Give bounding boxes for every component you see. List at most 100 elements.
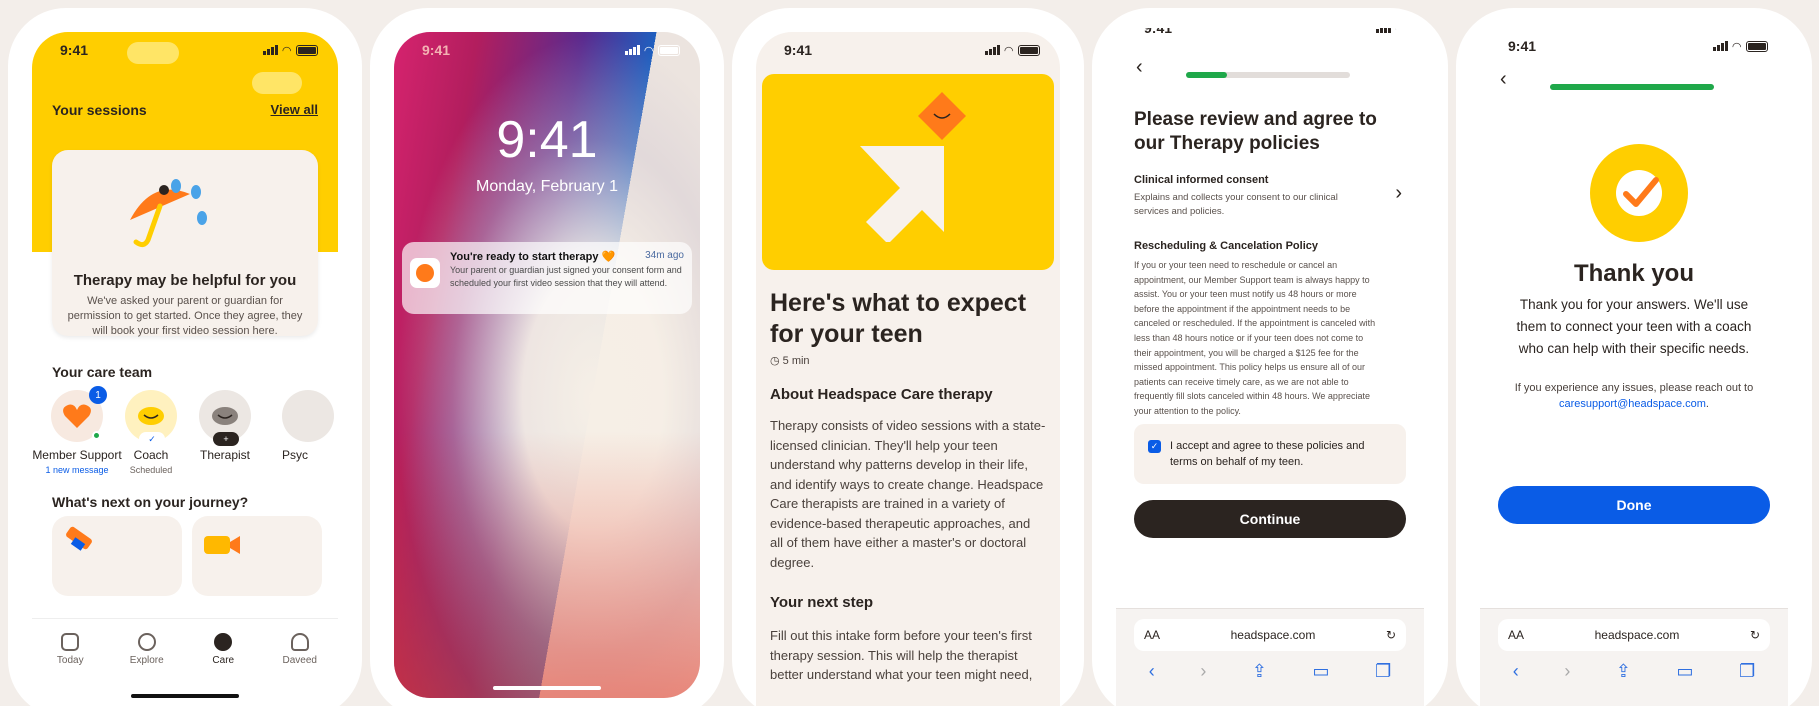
status-bar: 9:41 ◠ xyxy=(32,32,338,68)
thank-you-body: Thank you for your answers. We'll use th… xyxy=(1516,297,1752,356)
status-bar: 9:41 ◠ xyxy=(394,32,700,68)
care-psychiatrist[interactable]: Psyc xyxy=(254,390,338,462)
about-heading: About Headspace Care therapy xyxy=(770,386,993,403)
consent-link[interactable]: Clinical informed consent Explains and c… xyxy=(1134,174,1406,234)
tab-label: Care xyxy=(212,655,235,666)
lock-screen: 9:41 ◠ 9:41 Monday, February 1 You're re… xyxy=(394,32,700,698)
browser-toolbar: AA headspace.com ↻ ‹ › ⇪ ▭ ❐ xyxy=(1480,608,1788,706)
policy-title: Please review and agree to our Therapy p… xyxy=(1134,109,1377,154)
back-icon[interactable]: ‹ xyxy=(1149,661,1155,682)
home-screen: 9:41 ◠ Your sessions View all Therapy ma… xyxy=(32,32,338,706)
back-chevron-icon[interactable]: ‹ xyxy=(1136,56,1143,79)
forward-icon[interactable]: › xyxy=(1564,661,1570,682)
url-bar[interactable]: AA headspace.com ↻ xyxy=(1498,619,1770,651)
add-user-icon: + xyxy=(213,432,239,446)
phone-frame-5: 9:41 ◠ ‹ Thank you Thank you for your an… xyxy=(1456,8,1812,706)
phone-frame-1: 9:41 ◠ Your sessions View all Therapy ma… xyxy=(8,8,362,706)
tab-bar: Today Explore Care Daveed xyxy=(32,618,338,706)
support-period: . xyxy=(1705,398,1709,410)
url-text: headspace.com xyxy=(1594,628,1680,642)
agreement-checkbox[interactable]: ✓ xyxy=(1148,440,1161,453)
view-all-link[interactable]: View all xyxy=(271,102,318,117)
face-icon xyxy=(212,407,238,425)
journey-card[interactable] xyxy=(52,516,182,596)
member-support-avatar: 1 xyxy=(51,386,107,442)
lock-time: 9:41 xyxy=(496,111,598,169)
support-email-link[interactable]: caresupport@headspace.com xyxy=(1559,398,1706,410)
forward-icon[interactable]: › xyxy=(1200,661,1206,682)
next-step-heading: Your next step xyxy=(770,594,874,611)
status-icons: ◠ xyxy=(1712,40,1768,53)
text-size-button[interactable]: AA xyxy=(1508,628,1524,642)
back-chevron-icon[interactable]: ‹ xyxy=(1500,68,1507,91)
tabs-icon[interactable]: ❐ xyxy=(1739,661,1755,682)
therapy-card[interactable]: Therapy may be helpful for you We've ask… xyxy=(52,150,318,337)
share-icon[interactable]: ⇪ xyxy=(1616,661,1631,682)
reload-icon[interactable]: ↻ xyxy=(1750,628,1760,642)
journey-card[interactable] xyxy=(192,516,322,596)
policy-screen: 9:41 ◠ ‹ Please review and agree to our … xyxy=(1116,28,1424,706)
phone-frame-4: 9:41 ◠ ‹ Please review and agree to our … xyxy=(1092,8,1448,706)
phone-frame-2: 9:41 ◠ 9:41 Monday, February 1 You're re… xyxy=(370,8,724,706)
checkmark-icon xyxy=(1623,177,1659,207)
video-camera-icon xyxy=(204,536,240,554)
status-time: 9:41 xyxy=(1508,38,1537,54)
reload-icon[interactable]: ↻ xyxy=(1386,628,1396,642)
share-icon[interactable]: ⇪ xyxy=(1252,661,1267,682)
lock-date: Monday, February 1 xyxy=(476,178,618,195)
bookmarks-icon[interactable]: ▭ xyxy=(1313,661,1330,682)
care-team-title: Your care team xyxy=(52,364,153,380)
tabs-icon[interactable]: ❐ xyxy=(1375,661,1391,682)
policy-heading: Rescheduling & Cancelation Policy xyxy=(1134,240,1318,252)
signal-icon xyxy=(1712,41,1728,51)
article-screen: 9:41 ◠ Here's what to expect for your te… xyxy=(756,32,1060,706)
home-indicator xyxy=(131,694,239,698)
tab-profile[interactable]: Daveed xyxy=(270,633,330,706)
scheduled-check-icon: ✓ xyxy=(139,432,165,446)
status-icons: ◠ xyxy=(262,44,318,57)
status-time: 9:41 xyxy=(784,42,813,58)
wifi-icon: ◠ xyxy=(644,44,653,57)
status-icons: ◠ xyxy=(624,44,680,57)
status-icons: ◠ xyxy=(984,44,1040,57)
consent-body: Explains and collects your consent to ou… xyxy=(1134,192,1338,217)
duration-text: 5 min xyxy=(782,355,810,367)
app-icon xyxy=(410,258,440,288)
status-time: 9:41 xyxy=(60,42,89,58)
notification-card[interactable]: You're ready to start therapy 🧡 34m ago … xyxy=(402,242,692,314)
journey-title: What's next on your journey? xyxy=(52,494,249,510)
thank-you-screen: 9:41 ◠ ‹ Thank you Thank you for your an… xyxy=(1480,28,1788,706)
support-text: If you experience any issues, please rea… xyxy=(1510,380,1758,412)
url-bar[interactable]: AA headspace.com ↻ xyxy=(1134,619,1406,651)
wifi-icon: ◠ xyxy=(282,44,291,57)
heart-icon xyxy=(63,404,91,428)
signal-icon xyxy=(1375,28,1391,33)
next-step-paragraph: Fill out this intake form before your te… xyxy=(770,628,1033,682)
done-button[interactable]: Done xyxy=(1498,486,1770,524)
progress-fill xyxy=(1186,72,1227,78)
agreement-box[interactable]: ✓ I accept and agree to these policies a… xyxy=(1134,424,1406,484)
signal-icon xyxy=(262,45,278,55)
tab-today[interactable]: Today xyxy=(40,633,100,706)
policy-body: If you or your teen need to reschedule o… xyxy=(1134,260,1376,416)
person-icon xyxy=(290,633,309,651)
progress-bar xyxy=(1186,72,1350,78)
consent-title: Clinical informed consent xyxy=(1134,174,1269,186)
text-size-button[interactable]: AA xyxy=(1144,628,1160,642)
chevron-right-icon: › xyxy=(1395,182,1402,204)
signal-icon xyxy=(624,45,640,55)
home-icon xyxy=(61,633,80,651)
arrow-illustration xyxy=(860,92,966,242)
battery-icon xyxy=(1746,40,1768,52)
article-title: Here's what to expect for your teen xyxy=(770,289,1027,348)
notification-title: You're ready to start therapy 🧡 xyxy=(450,251,616,263)
care-member-name: Psyc xyxy=(282,448,309,462)
tab-label: Today xyxy=(56,655,84,666)
continue-button[interactable]: Continue xyxy=(1134,500,1406,538)
browser-nav: ‹ › ⇪ ▭ ❐ xyxy=(1126,661,1414,682)
browser-nav: ‹ › ⇪ ▭ ❐ xyxy=(1490,661,1778,682)
battery-icon xyxy=(1018,44,1040,56)
back-icon[interactable]: ‹ xyxy=(1513,661,1519,682)
cloud-decoration xyxy=(252,72,302,94)
bookmarks-icon[interactable]: ▭ xyxy=(1677,661,1694,682)
